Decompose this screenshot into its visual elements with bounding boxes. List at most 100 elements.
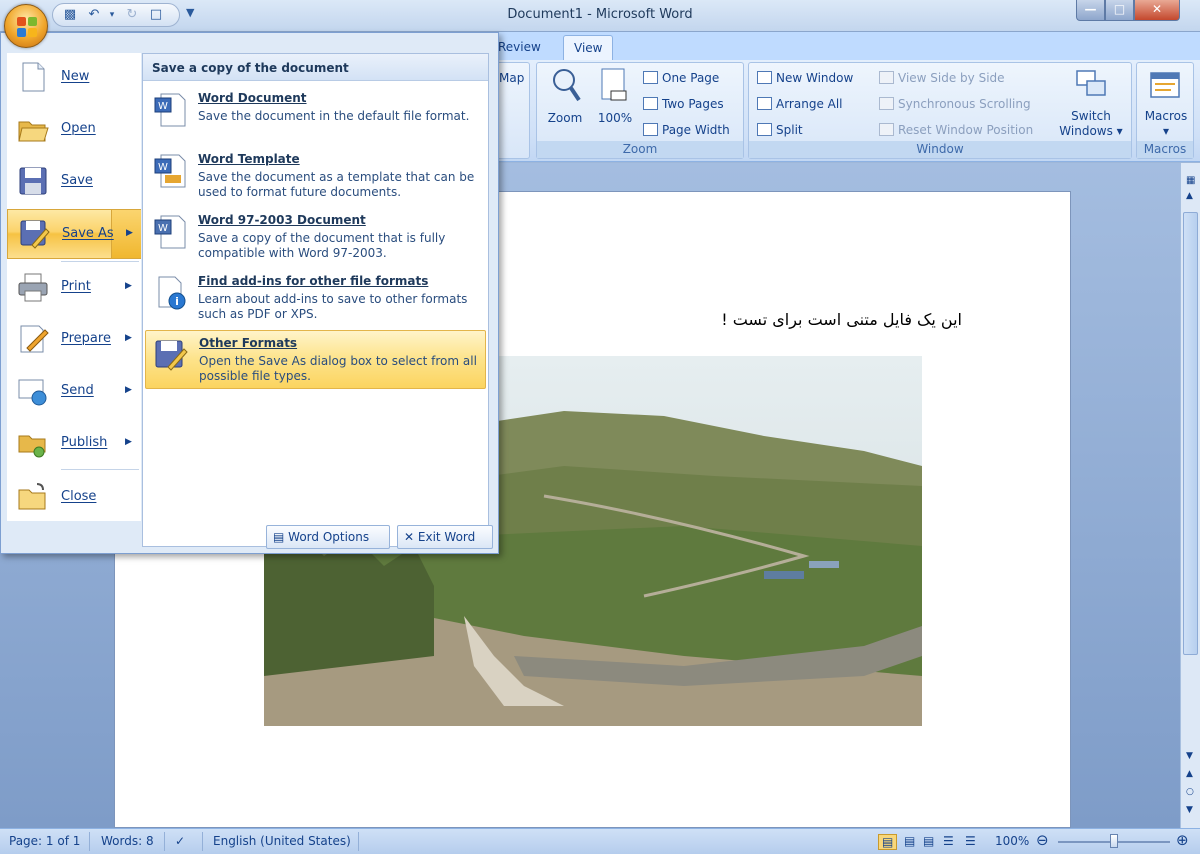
macros-button[interactable]: Macros ▾	[1137, 109, 1195, 139]
zoom-level[interactable]: 100%	[995, 834, 1029, 848]
redo-icon[interactable]: ↻	[123, 7, 141, 23]
previous-page-icon[interactable]: ▲	[1186, 769, 1193, 779]
menu-item-open[interactable]: Open	[7, 105, 141, 155]
undo-dropdown-icon[interactable]: ▾	[103, 7, 121, 23]
new-page-icon[interactable]: □	[147, 7, 165, 23]
language-status[interactable]: English (United States)	[213, 834, 351, 848]
tab-view[interactable]: View	[563, 35, 614, 60]
scroll-down-icon[interactable]: ▼	[1186, 751, 1193, 761]
sync-scrolling-icon	[879, 97, 894, 110]
menu-item-print[interactable]: Print ▶	[7, 263, 141, 313]
new-document-icon	[22, 62, 45, 92]
zoom-100-button[interactable]: 100%	[593, 111, 637, 126]
full-screen-reading-icon[interactable]: ▤	[904, 834, 915, 848]
page-count[interactable]: Page: 1 of 1	[9, 834, 80, 848]
menu-item-send[interactable]: Send ▶	[7, 367, 141, 417]
ruler-icon[interactable]: ▦	[1186, 175, 1195, 186]
next-page-icon[interactable]: ▼	[1186, 805, 1193, 815]
printer-icon	[18, 273, 48, 302]
two-pages-button[interactable]: Two Pages	[643, 97, 724, 111]
scrollbar-thumb[interactable]	[1183, 212, 1198, 655]
menu-item-label: Prepare	[61, 331, 111, 346]
save-as-word-document[interactable]: W Word Document Save the document in the…	[145, 86, 486, 145]
page-width-button[interactable]: Page Width	[643, 123, 730, 137]
close-folder-icon	[18, 483, 46, 510]
browse-object-icon[interactable]: ○	[1186, 787, 1194, 797]
zoom-group-label: Zoom	[537, 141, 743, 158]
menu-separator	[61, 261, 139, 262]
menu-item-label: Save As	[62, 226, 114, 241]
new-window-button[interactable]: New Window	[757, 71, 853, 85]
exit-icon: ✕	[404, 530, 415, 544]
close-button[interactable]: ✕	[1134, 0, 1180, 21]
word-count[interactable]: Words: 8	[101, 834, 154, 848]
submenu-arrow-icon: ▶	[126, 228, 133, 238]
menu-item-save-as[interactable]: Save As ▶	[7, 209, 141, 259]
submenu-arrow-icon: ▶	[125, 385, 132, 395]
one-page-button[interactable]: One Page	[643, 71, 719, 85]
option-description: Save a copy of the document that is full…	[198, 231, 446, 260]
web-layout-icon[interactable]: ▤	[923, 834, 934, 848]
menu-item-new[interactable]: New	[7, 53, 141, 103]
menu-item-publish[interactable]: Publish ▶	[7, 419, 141, 469]
status-bar: Page: 1 of 1 Words: 8 ✓ English (United …	[0, 828, 1200, 854]
proofing-icon[interactable]: ✓	[175, 834, 185, 848]
sync-scrolling-label: Synchronous Scrolling	[898, 97, 1031, 111]
arrange-all-button[interactable]: Arrange All	[757, 97, 843, 111]
option-title: Find add-ins for other file formats	[198, 274, 429, 288]
save-as-word-template[interactable]: W Word Template Save the document as a t…	[145, 147, 486, 206]
print-layout-icon[interactable]: ▤	[878, 834, 898, 850]
outline-icon[interactable]: ☰	[943, 834, 954, 848]
ribbon-group-macros: Macros ▾ Macros	[1136, 62, 1194, 159]
reset-window-icon	[879, 123, 894, 136]
minimize-button[interactable]: —	[1076, 0, 1105, 21]
status-separator	[358, 832, 359, 851]
find-add-ins[interactable]: i Find add-ins for other file formats Le…	[145, 269, 486, 328]
document-text[interactable]: این یک فایل متنی است برای تست !	[600, 310, 962, 329]
sync-scrolling-button[interactable]: Synchronous Scrolling	[879, 97, 1031, 111]
menu-item-prepare[interactable]: Prepare ▶	[7, 315, 141, 365]
macros-group-label: Macros	[1137, 141, 1193, 158]
document-map-button[interactable]: Map	[499, 71, 524, 85]
one-page-label: One Page	[662, 71, 720, 85]
menu-item-save[interactable]: Save	[7, 157, 141, 207]
customize-toolbar-icon[interactable]: ▼	[186, 6, 194, 19]
save-as-icon	[20, 220, 50, 249]
zoom-magnifier-icon	[553, 69, 581, 102]
word-options-button[interactable]: ▤ Word Options	[266, 525, 390, 549]
split-button[interactable]: Split	[757, 123, 803, 137]
exit-word-button[interactable]: ✕ Exit Word	[397, 525, 493, 549]
zoom-in-icon[interactable]: ⊕	[1176, 831, 1189, 849]
arrange-all-icon	[757, 97, 772, 110]
zoom-slider-thumb[interactable]	[1110, 834, 1118, 848]
macros-icon	[1150, 72, 1180, 98]
scroll-up-icon[interactable]: ▲	[1186, 191, 1193, 201]
menu-separator	[61, 469, 139, 470]
zoom-out-icon[interactable]: ⊖	[1036, 831, 1049, 849]
save-as-other-formats[interactable]: Other Formats Open the Save As dialog bo…	[145, 330, 486, 389]
reset-window-button[interactable]: Reset Window Position	[879, 123, 1033, 137]
maximize-button[interactable]: □	[1105, 0, 1134, 21]
office-logo-icon	[17, 17, 37, 37]
save-icon[interactable]: ▩	[61, 7, 79, 23]
page-width-label: Page Width	[662, 123, 730, 137]
vertical-scrollbar[interactable]: ▦ ▲ ▼ ▲ ○ ▼	[1180, 163, 1200, 828]
menu-item-label: Close	[61, 489, 97, 504]
open-folder-icon	[18, 121, 49, 142]
send-icon	[18, 379, 47, 406]
zoom-button[interactable]: Zoom	[541, 111, 589, 126]
save-as-word-97-2003[interactable]: W Word 97-2003 Document Save a copy of t…	[145, 208, 486, 267]
office-button[interactable]	[4, 4, 48, 48]
draft-icon[interactable]: ☰	[965, 834, 976, 848]
switch-windows-button[interactable]: Switch Windows ▾	[1051, 109, 1131, 139]
menu-item-close[interactable]: Close	[7, 473, 141, 523]
word-template-icon: W	[154, 154, 186, 188]
undo-icon[interactable]: ↶	[85, 7, 103, 23]
window-group-label: Window	[749, 141, 1131, 158]
submenu-header: Save a copy of the document	[143, 54, 488, 81]
view-side-by-side-button[interactable]: View Side by Side	[879, 71, 1005, 85]
ribbon-group-zoom: Zoom 100% One Page Two Pages Page Width …	[536, 62, 744, 159]
exit-word-label: Exit Word	[417, 530, 476, 544]
menu-item-label: Save	[61, 173, 93, 188]
option-title: Word 97-2003 Document	[198, 213, 366, 227]
